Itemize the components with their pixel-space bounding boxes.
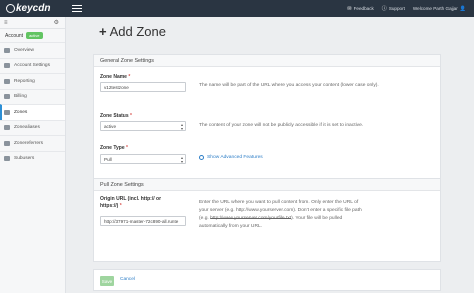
zone-type-value: Pull xyxy=(104,156,112,162)
logo-text: keycdn xyxy=(16,3,51,14)
general-zone-settings-panel: General Zone Settings Zone Name * v12tes… xyxy=(93,54,441,186)
origin-url-label: Origin URL (incl. http:// or https://) * xyxy=(100,196,162,209)
billing-icon xyxy=(4,94,10,100)
sidebar-item-label: Subusers xyxy=(14,156,35,162)
support-label: Support xyxy=(388,6,405,11)
logo-mark-icon xyxy=(6,4,15,13)
support-link[interactable]: ⓘ Support xyxy=(382,5,405,12)
zone-status-help: The content of your zone will not be pub… xyxy=(199,123,364,128)
subusers-icon xyxy=(4,156,10,162)
keycdn-logo[interactable]: keycdn xyxy=(0,0,66,17)
sidebar-item-reporting[interactable]: Reporting xyxy=(0,73,65,89)
show-advanced-features-link[interactable]: Show Advanced Features xyxy=(199,155,263,160)
sidebar-item-label: Zones xyxy=(14,109,28,115)
panel-heading: General Zone Settings xyxy=(94,55,440,67)
reporting-icon xyxy=(4,78,10,84)
sidebar-settings-icon[interactable]: ⚙ xyxy=(54,19,59,26)
user-menu[interactable]: Welcome Parth Gajjar 👤 xyxy=(413,6,466,12)
form-actions: Save Cancel xyxy=(93,269,441,291)
select-caret-icon: ▴ ▾ xyxy=(180,122,183,131)
sidebar-item-subusers[interactable]: Subusers xyxy=(0,150,65,167)
main-content: + Add Zone General Zone Settings Zone Na… xyxy=(66,17,474,293)
zone-status-select[interactable]: active ▴ ▾ xyxy=(100,121,186,131)
overview-icon xyxy=(4,47,10,53)
welcome-label: Welcome Parth Gajjar xyxy=(412,6,458,11)
sidebar-item-label: Account Settings xyxy=(14,63,50,69)
origin-url-input[interactable]: http://37971-master-72c890-all.runte xyxy=(100,216,186,226)
sidebar-item-zonereferrers[interactable]: Zonereferrers xyxy=(0,135,65,151)
eye-icon xyxy=(199,155,204,160)
sidebar-item-label: Billing xyxy=(14,94,27,100)
sidebar-item-overview[interactable]: Overview xyxy=(0,42,65,58)
sidebar-item-label: Zonereferrers xyxy=(14,140,44,146)
zonereferrers-icon xyxy=(4,140,10,146)
origin-url-help: Enter the URL where you want to pull con… xyxy=(199,200,362,229)
sidebar-item-label: Reporting xyxy=(14,78,35,84)
zone-type-select[interactable]: Pull ▴ ▾ xyxy=(100,154,186,164)
info-icon: ⓘ xyxy=(381,6,387,12)
zone-status-label: Zone Status * xyxy=(100,113,132,119)
sidebar-item-label: Overview xyxy=(14,47,34,53)
page-title-text: Add Zone xyxy=(109,24,166,39)
feedback-link[interactable]: ✉ Feedback xyxy=(347,6,373,12)
top-navbar: keycdn ✉ Feedback ⓘ Support Welcome Part… xyxy=(0,0,474,17)
page-title: + Add Zone xyxy=(99,24,166,39)
account-status-badge: active xyxy=(26,32,43,39)
sidebar-item-label: Zonealiases xyxy=(14,125,40,131)
account-status: Account active xyxy=(0,29,65,42)
sidebar-item-account-settings[interactable]: Account Settings xyxy=(0,57,65,74)
sidebar-item-zonealiases[interactable]: Zonealiases xyxy=(0,119,65,136)
save-button[interactable]: Save xyxy=(100,276,114,286)
user-icon: 👤 xyxy=(459,5,466,12)
zones-icon xyxy=(4,109,10,115)
zonealiases-icon xyxy=(4,125,10,131)
feedback-label: Feedback xyxy=(353,6,374,11)
plus-icon: + xyxy=(99,24,107,39)
sidebar-item-zones[interactable]: Zones xyxy=(0,104,65,120)
sidebar-item-billing[interactable]: Billing xyxy=(0,88,65,105)
sidebar: ≡ ⚙ Account active Overview Account Sett… xyxy=(0,17,66,293)
pull-zone-settings-panel: Pull Zone Settings Origin URL (incl. htt… xyxy=(93,178,441,262)
select-caret-icon: ▴ ▾ xyxy=(180,155,183,164)
panel-heading: Pull Zone Settings xyxy=(94,179,440,191)
zone-name-input[interactable]: v12testzone xyxy=(100,82,186,92)
advanced-link-label: Show Advanced Features xyxy=(207,155,263,160)
zone-type-label: Zone Type * xyxy=(100,145,128,151)
hamburger-menu-icon[interactable] xyxy=(72,5,82,12)
zone-name-label: Zone Name * xyxy=(100,74,131,80)
chat-icon: ✉ xyxy=(347,5,352,12)
sidebar-menu-icon[interactable]: ≡ xyxy=(4,20,8,26)
zone-status-value: active xyxy=(104,123,117,129)
zone-name-help: The name will be part of the URL where y… xyxy=(199,83,379,88)
cancel-link[interactable]: Cancel xyxy=(120,277,135,282)
account-settings-icon xyxy=(4,63,10,69)
account-label: Account xyxy=(5,32,24,39)
